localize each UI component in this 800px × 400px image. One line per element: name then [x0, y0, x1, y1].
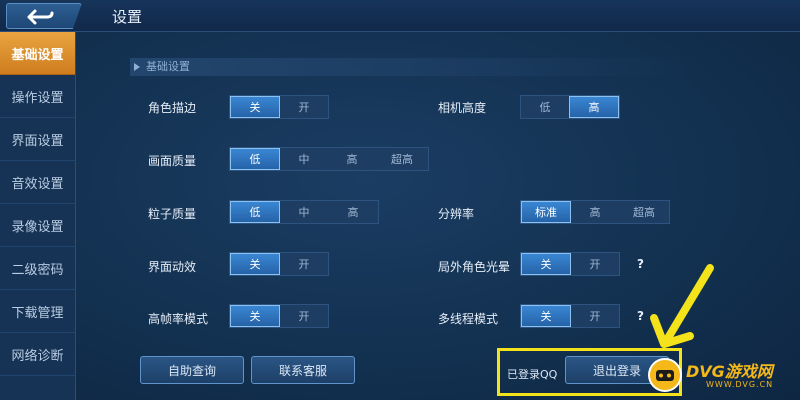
gamepad-logo-icon: [648, 358, 682, 392]
multithread-option-off[interactable]: 关: [521, 305, 571, 327]
annotation-arrow-icon: [650, 264, 714, 348]
sidebar-item-network[interactable]: 网络诊断: [0, 333, 75, 376]
particles-option-high[interactable]: 高: [328, 201, 378, 223]
quality-option-high[interactable]: 高: [328, 148, 376, 170]
particles-selector[interactable]: 低 中 高: [229, 200, 379, 224]
ui-anim-label: 界面动效: [148, 260, 197, 274]
camera-selector[interactable]: 低 高: [520, 95, 620, 119]
sidebar-item-interface[interactable]: 界面设置: [0, 118, 75, 161]
outline-label: 角色描边: [148, 101, 197, 115]
sidebar-item-basic[interactable]: 基础设置: [0, 32, 75, 75]
watermark: DVG游戏网 WWW.DVG.CN: [648, 356, 798, 398]
resolution-label: 分辨率: [438, 207, 475, 221]
halo-option-off[interactable]: 关: [521, 253, 571, 275]
camera-label: 相机高度: [438, 101, 487, 115]
multithread-label: 多线程模式: [438, 312, 499, 326]
hfr-toggle[interactable]: 关 开: [229, 304, 329, 328]
halo-label: 局外角色光晕: [438, 260, 511, 274]
watermark-brand: DVG游戏网: [686, 362, 773, 381]
multithread-option-on[interactable]: 开: [571, 305, 619, 327]
sidebar-item-downloads[interactable]: 下载管理: [0, 290, 75, 333]
quality-selector[interactable]: 低 中 高 超高: [229, 147, 429, 171]
ui-anim-option-off[interactable]: 关: [230, 253, 280, 275]
sidebar: 基础设置 操作设置 界面设置 音效设置 录像设置 二级密码 下载管理 网络诊断: [0, 32, 76, 400]
halo-option-on[interactable]: 开: [571, 253, 619, 275]
top-bar: 设置: [0, 0, 800, 32]
outline-option-off[interactable]: 关: [230, 96, 280, 118]
halo-toggle[interactable]: 关 开: [520, 252, 620, 276]
camera-option-high[interactable]: 高: [569, 96, 619, 118]
resolution-option-standard[interactable]: 标准: [521, 201, 571, 223]
quality-option-ultra[interactable]: 超高: [376, 148, 428, 170]
back-arrow-icon: [27, 9, 54, 25]
camera-option-low[interactable]: 低: [521, 96, 569, 118]
quality-option-low[interactable]: 低: [230, 148, 280, 170]
resolution-option-ultra[interactable]: 超高: [619, 201, 669, 223]
outline-toggle[interactable]: 关 开: [229, 95, 329, 119]
particles-label: 粒子质量: [148, 207, 197, 221]
contact-support-button[interactable]: 联系客服: [251, 356, 355, 384]
hfr-label: 高帧率模式: [148, 312, 209, 326]
outline-option-on[interactable]: 开: [280, 96, 328, 118]
section-header: 基础设置: [130, 58, 690, 76]
page-title: 设置: [112, 8, 143, 26]
particles-option-low[interactable]: 低: [230, 201, 280, 223]
resolution-option-high[interactable]: 高: [571, 201, 619, 223]
sidebar-item-replay[interactable]: 录像设置: [0, 204, 75, 247]
ui-anim-option-on[interactable]: 开: [280, 253, 328, 275]
hfr-option-off[interactable]: 关: [230, 305, 280, 327]
watermark-url: WWW.DVG.CN: [706, 380, 774, 389]
resolution-selector[interactable]: 标准 高 超高: [520, 200, 670, 224]
hfr-option-on[interactable]: 开: [280, 305, 328, 327]
self-help-button[interactable]: 自助查询: [140, 356, 244, 384]
sidebar-item-secondary-password[interactable]: 二级密码: [0, 247, 75, 290]
sidebar-item-audio[interactable]: 音效设置: [0, 161, 75, 204]
quality-option-medium[interactable]: 中: [280, 148, 328, 170]
particles-option-medium[interactable]: 中: [280, 201, 328, 223]
back-button[interactable]: [6, 3, 82, 29]
quality-label: 画面质量: [148, 154, 197, 168]
ui-anim-toggle[interactable]: 关 开: [229, 252, 329, 276]
sidebar-item-controls[interactable]: 操作设置: [0, 75, 75, 118]
multithread-toggle[interactable]: 关 开: [520, 304, 620, 328]
